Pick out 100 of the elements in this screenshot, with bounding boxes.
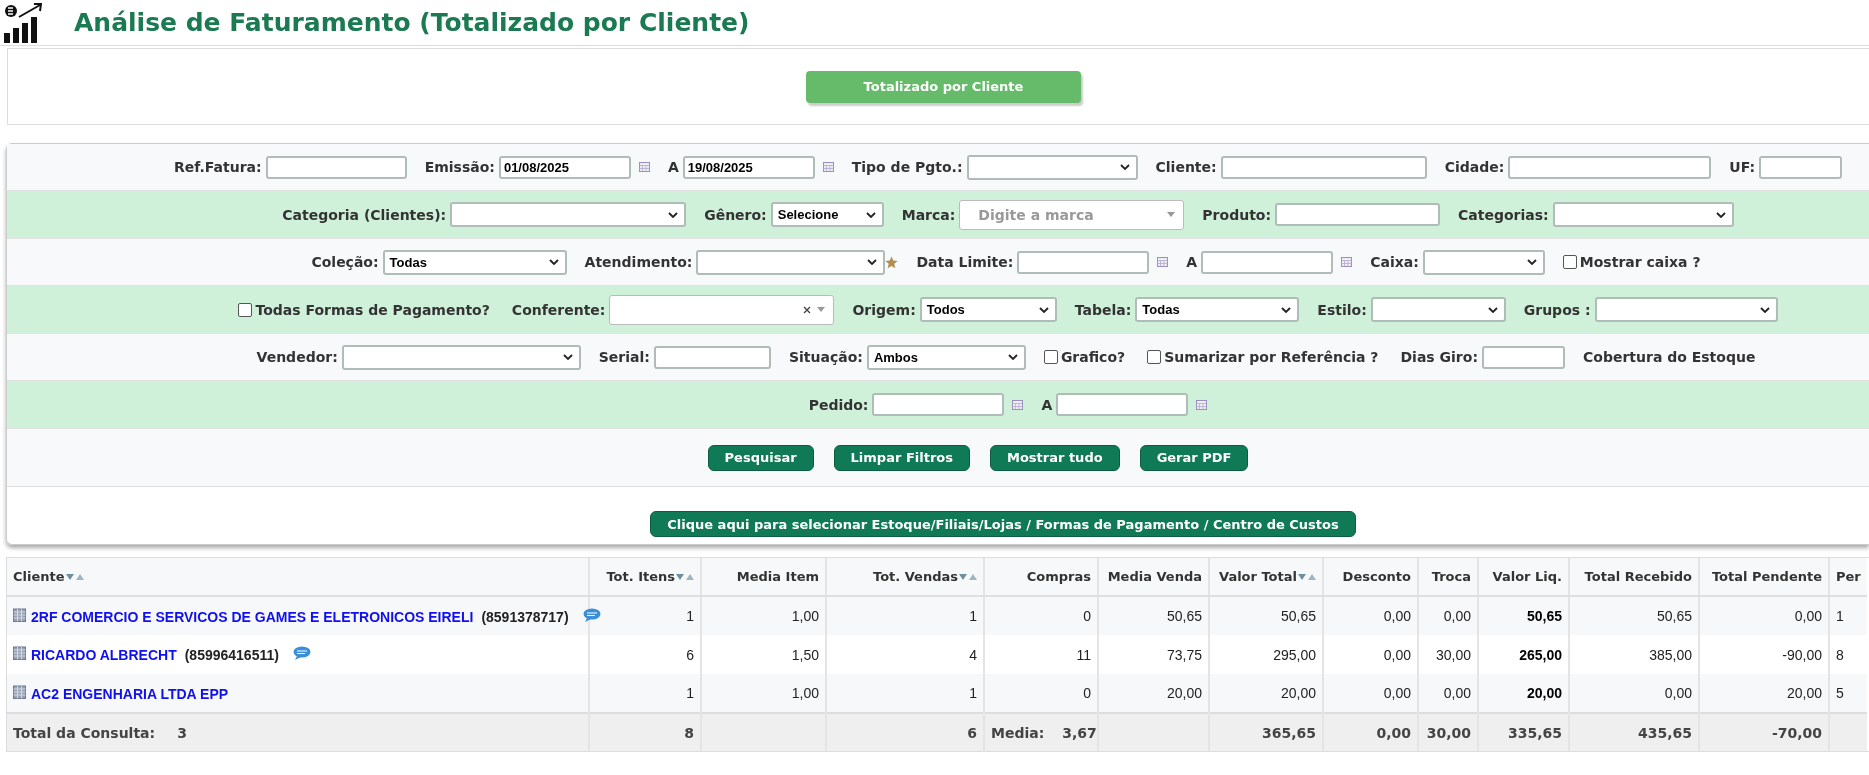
field-label: Atendimento: <box>584 254 693 270</box>
table-cell: 0,00 <box>1699 596 1829 635</box>
field-label: Dias Giro: <box>1400 349 1478 365</box>
checkbox[interactable] <box>1562 255 1577 269</box>
dropdown[interactable] <box>1594 297 1778 322</box>
dropdown[interactable] <box>450 202 687 227</box>
text-field[interactable] <box>1508 155 1712 179</box>
field-label: Tipo de Pgto.: <box>851 159 963 175</box>
dropdown[interactable] <box>696 249 886 275</box>
dropdown[interactable] <box>966 154 1138 180</box>
sort-icon <box>959 573 977 581</box>
field-label: Origem: <box>852 301 916 318</box>
table-cell: 1 <box>1829 596 1867 635</box>
media-label: Media: <box>991 724 1045 741</box>
dropdown[interactable]: Todas <box>1135 297 1300 322</box>
checkbox[interactable] <box>238 302 253 317</box>
total-cell: 30,00 <box>1418 713 1478 751</box>
table-cell: 50,65 <box>1209 596 1323 635</box>
dropdown[interactable] <box>341 344 581 370</box>
field-label: Pedido: <box>808 396 869 413</box>
field-label: UF: <box>1729 159 1756 175</box>
checkbox-label: Mostrar caixa ? <box>1579 254 1701 270</box>
chevron-down-icon <box>1526 259 1537 265</box>
text-field[interactable] <box>1220 155 1427 179</box>
text-field[interactable] <box>653 345 771 369</box>
calendar-icon[interactable] <box>1341 257 1353 267</box>
checkbox[interactable] <box>1043 350 1058 364</box>
calendar-icon[interactable] <box>1196 399 1208 410</box>
text-field[interactable] <box>1275 203 1441 226</box>
dropdown[interactable] <box>1370 297 1506 322</box>
column-header: Per <box>1829 558 1867 596</box>
sort-icon <box>676 573 694 581</box>
field-label: Gênero: <box>704 206 767 223</box>
dropdown[interactable] <box>1422 249 1545 275</box>
column-header: Media Item <box>701 558 826 596</box>
field-label: Conferente: <box>511 301 606 318</box>
text-field[interactable] <box>265 155 407 179</box>
date-field[interactable] <box>1017 250 1150 274</box>
table-cell: 20,00 <box>1209 674 1323 713</box>
checkbox[interactable] <box>1147 350 1162 364</box>
text-field[interactable] <box>1759 155 1843 179</box>
speech-bubble-icon[interactable] <box>292 646 311 660</box>
chevron-down-icon <box>548 259 559 265</box>
table-cell: 1,00 <box>701 674 826 713</box>
date-field[interactable]: 19/08/2025 <box>682 155 815 179</box>
field-label: Grupos : <box>1523 301 1591 318</box>
field-label: Caixa: <box>1370 254 1419 270</box>
table-cell: 1 <box>589 674 701 713</box>
table-cell: 50,65 <box>1478 596 1569 635</box>
chevron-down-icon <box>867 259 878 265</box>
calendar-icon[interactable] <box>638 162 650 172</box>
table-cell: 0,00 <box>1323 596 1418 635</box>
field-label: Coleção: <box>311 254 379 270</box>
field-label: Tabela: <box>1074 301 1132 318</box>
date-field[interactable]: 01/08/2025 <box>498 155 631 179</box>
table-cell: 1 <box>826 674 984 713</box>
column-header[interactable]: Tot. Vendas <box>826 558 984 596</box>
field-label: Produto: <box>1202 206 1272 223</box>
client-link[interactable]: AC2 ENGENHARIA LTDA EPP <box>31 685 229 702</box>
sort-icon <box>65 573 84 581</box>
dropdown[interactable] <box>1552 202 1734 227</box>
calendar-icon[interactable] <box>822 162 834 172</box>
text-field[interactable] <box>1482 345 1565 369</box>
media-value: 3,67 <box>1062 724 1097 741</box>
calendar-icon[interactable] <box>1157 257 1169 267</box>
dropdown[interactable]: Todas <box>382 249 567 275</box>
table-cell: 20,00 <box>1478 674 1569 713</box>
table-cell: 50,65 <box>1098 596 1209 635</box>
chevron-down-icon <box>1007 354 1018 360</box>
client-link[interactable]: 2RF COMERCIO E SERVICOS DE GAMES E ELETRONICOS EIRELI <box>31 608 474 625</box>
date-field[interactable] <box>1056 393 1189 416</box>
dropdown[interactable]: Ambos <box>866 344 1026 370</box>
action-button[interactable]: Gerar PDF <box>1139 444 1249 471</box>
column-header: Media Venda <box>1098 558 1209 596</box>
selection-button[interactable]: Clique aqui para selecionar Estoque/Filiais/Lojas / Formas de Pagamento / Centro de Custos <box>650 511 1356 537</box>
action-button[interactable]: Pesquisar <box>707 444 814 471</box>
field-label: Ref.Fatura: <box>173 159 262 175</box>
dropdown[interactable]: Todos <box>919 297 1057 322</box>
column-header[interactable]: Valor Total <box>1209 558 1323 596</box>
field-label: Data Limite: <box>916 254 1014 270</box>
table-cell: 0,00 <box>1418 596 1478 635</box>
column-header[interactable]: Cliente <box>7 558 589 596</box>
checkbox-label: Sumarizar por Referência ? <box>1164 349 1379 365</box>
calendar-icon[interactable] <box>1012 399 1024 410</box>
table-cell: 1,00 <box>701 596 826 635</box>
table-cell: 0 <box>984 674 1098 713</box>
combo-box[interactable] <box>609 294 835 325</box>
column-header: Total Pendente <box>1699 558 1829 596</box>
action-button[interactable]: Limpar Filtros <box>833 444 970 471</box>
page-title: Análise de Faturamento (Totalizado por Cliente) <box>74 8 750 37</box>
date-field[interactable] <box>1201 250 1334 274</box>
dropdown[interactable]: Selecione <box>770 202 884 227</box>
action-button[interactable]: Mostrar tudo <box>989 444 1120 471</box>
field-label: Serial: <box>598 349 650 365</box>
column-header: Valor Liq. <box>1478 558 1569 596</box>
field-label: A <box>1041 396 1053 413</box>
client-link[interactable]: RICARDO ALBRECHT <box>31 647 177 663</box>
date-field[interactable] <box>872 393 1005 416</box>
column-header[interactable]: Tot. Itens <box>589 558 701 596</box>
field-label: Marca: <box>901 206 956 223</box>
